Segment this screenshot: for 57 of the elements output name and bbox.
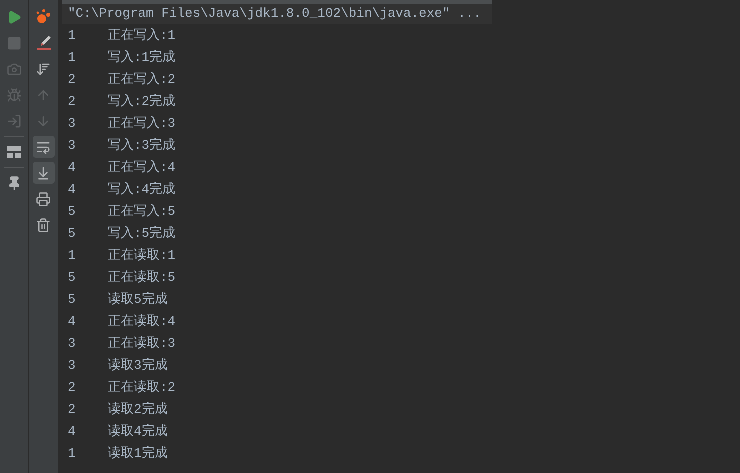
run-icon (6, 10, 22, 24)
output-number: 4 (68, 159, 77, 178)
output-message: 读取1完成 (108, 445, 168, 464)
bug-icon (6, 88, 22, 102)
output-message: 写入:5完成 (108, 225, 176, 244)
output-message: 正在写入:1 (108, 27, 176, 46)
output-number: 2 (68, 71, 77, 90)
camera-icon (6, 62, 22, 76)
printer-icon (36, 192, 51, 206)
pin-icon (6, 176, 22, 190)
brush-icon (36, 35, 52, 51)
cluster-icon (36, 9, 52, 25)
output-number: 5 (68, 291, 77, 310)
output-message: 正在读取:3 (108, 335, 176, 354)
output-number: 2 (68, 379, 77, 398)
stop-icon (6, 36, 22, 50)
output-number: 3 (68, 335, 77, 354)
output-message: 正在写入:5 (108, 203, 176, 222)
output-number: 1 (68, 27, 77, 46)
toolbar-button[interactable] (32, 136, 54, 158)
output-number: 4 (68, 423, 77, 442)
output-number: 4 (68, 313, 77, 332)
down-arrow-icon (36, 114, 51, 128)
toolbar-button[interactable] (32, 162, 54, 184)
output-message: 正在读取:1 (108, 247, 176, 266)
output-message: 写入:4完成 (108, 181, 176, 200)
sort-icon (36, 62, 51, 76)
output-number: 1 (68, 247, 77, 266)
output-number: 5 (68, 203, 77, 222)
output-message: 读取4完成 (108, 423, 168, 442)
output-number: 1 (68, 49, 77, 68)
output-number: 5 (68, 225, 77, 244)
output-message: 写入:1完成 (108, 49, 176, 68)
exit-icon (6, 114, 22, 128)
output-number: 2 (68, 93, 77, 112)
output-message: 读取5完成 (108, 291, 168, 310)
output-message: 正在读取:4 (108, 313, 176, 332)
output-number: 3 (68, 115, 77, 134)
output-number: 2 (68, 401, 77, 420)
output-message: 正在写入:2 (108, 71, 176, 90)
output-message: 读取2完成 (108, 401, 168, 420)
output-message: 读取3完成 (108, 357, 168, 376)
layout-icon (7, 146, 21, 158)
output-number: 4 (68, 181, 77, 200)
output-message: 正在读取:2 (108, 379, 176, 398)
output-number: 5 (68, 269, 77, 288)
output-message: 写入:3完成 (108, 137, 176, 156)
output-message: 正在读取:5 (108, 269, 176, 288)
output-message: 正在写入:3 (108, 115, 176, 134)
output-number: 3 (68, 137, 77, 156)
output-number: 1 (68, 445, 77, 464)
wrap-icon (36, 140, 51, 154)
output-number: 3 (68, 357, 77, 376)
scroll-to-end-icon (36, 166, 51, 180)
output-message: 写入:2完成 (108, 93, 176, 112)
output-message: 正在写入:4 (108, 159, 176, 178)
trash-icon (36, 218, 51, 232)
